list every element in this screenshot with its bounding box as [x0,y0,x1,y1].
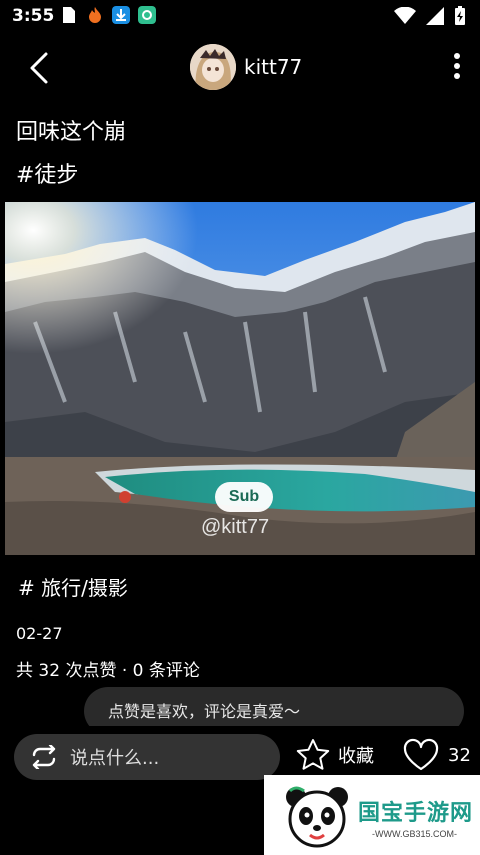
post-stats: 共 32 次点赞 · 0 条评论 [16,661,200,681]
post-title: 回味这个崩 [16,120,127,145]
comment-input[interactable]: 说点什么... [14,734,280,780]
panda-logo-icon [286,786,348,848]
comment-placeholder: 说点什么... [70,748,160,769]
signal-icon [426,7,444,25]
avatar[interactable] [190,44,236,90]
star-icon [296,739,330,770]
app-icon [138,6,156,24]
like-button[interactable]: 32 [402,738,471,772]
back-icon[interactable] [22,48,58,88]
site-logo: 国宝手游网 -WWW.GB315.COM- [264,775,480,855]
post-photo[interactable]: Sub @kitt77 [5,202,475,555]
heart-icon [403,738,439,771]
favorite-button[interactable]: 收藏 [296,738,374,772]
image-watermark: @kitt77 [201,516,270,538]
logo-url: -WWW.GB315.COM- [372,829,457,839]
top-bar: kitt77 [0,40,480,96]
battery-icon [455,6,465,25]
status-bar: 3:55 [0,0,480,32]
repeat-icon [32,745,56,769]
logo-text: 国宝手游网 [358,801,474,826]
download-icon [112,6,130,24]
more-options-icon[interactable] [452,52,462,80]
status-time: 3:55 [12,6,55,26]
favorite-label: 收藏 [338,746,374,767]
username[interactable]: kitt77 [244,55,302,79]
wifi-icon [394,7,416,24]
flame-icon [89,7,101,23]
post-topic[interactable]: #徒步 [16,157,78,189]
post-tag[interactable]: # 旅行/摄影 [18,572,128,601]
notification-icons [60,6,156,24]
document-icon [63,7,75,23]
post-date: 02-27 [16,624,63,643]
system-icons [394,6,466,26]
sub-badge: Sub [215,482,273,512]
like-count: 32 [448,744,471,766]
